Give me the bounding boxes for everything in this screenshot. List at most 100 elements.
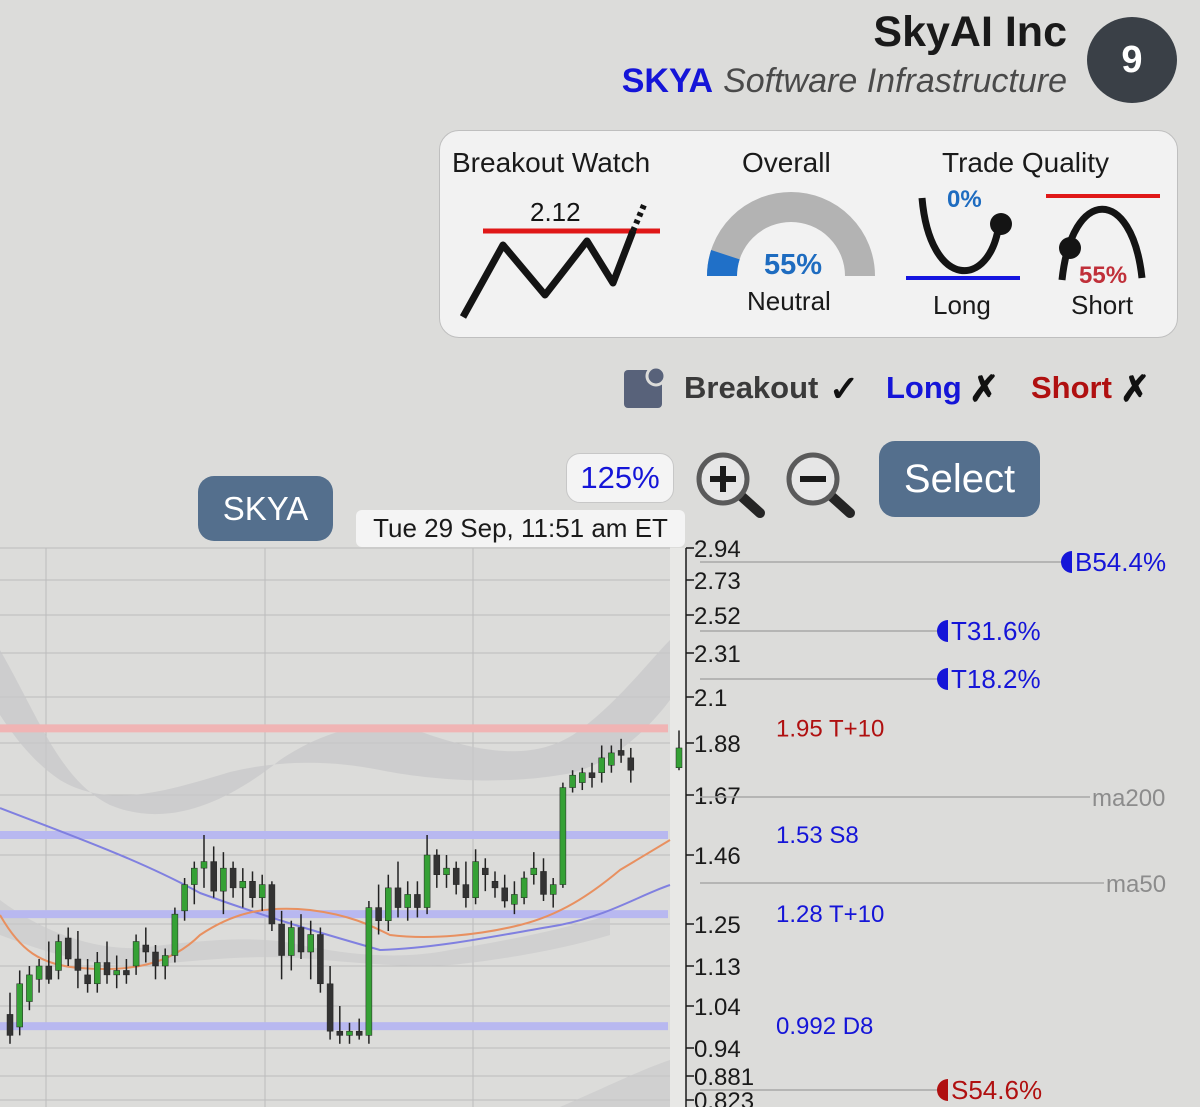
candle-body — [627, 757, 635, 771]
candle-body — [482, 867, 489, 875]
candle-body — [540, 871, 547, 895]
candle-body — [35, 965, 43, 980]
candle-body — [675, 747, 683, 769]
candle-body — [220, 867, 227, 892]
y-axis-tick-label: 0.94 — [694, 1036, 741, 1063]
candle-body — [326, 983, 334, 1032]
candle-body — [45, 965, 53, 980]
candle-body — [132, 941, 140, 967]
candle-body — [443, 867, 450, 875]
level-band — [0, 1022, 668, 1031]
level-label: 1.28 T+10 — [776, 901, 884, 928]
candle-body — [74, 958, 82, 971]
y-axis-tick-label: 1.25 — [694, 912, 741, 939]
candle-body — [530, 867, 538, 875]
candle-body — [94, 962, 101, 985]
y-axis-tick-label: 2.73 — [694, 568, 741, 595]
candle-body — [123, 970, 130, 976]
candle-body — [511, 894, 518, 905]
target-label: B54.4% — [1075, 547, 1166, 577]
candle-body — [569, 774, 576, 788]
candle-body — [16, 983, 23, 1028]
candle-body — [6, 1014, 14, 1036]
level-band — [0, 831, 668, 839]
candle-body — [161, 955, 169, 967]
candle-body — [588, 772, 596, 778]
candle-body — [317, 934, 324, 985]
target-marker — [937, 1079, 948, 1101]
candle-body — [171, 913, 179, 956]
y-axis-tick-label: 2.94 — [694, 536, 741, 563]
candle-body — [268, 884, 276, 925]
candle-body — [26, 974, 33, 1002]
candle-body — [423, 854, 431, 908]
y-axis-tick-label: 1.46 — [694, 843, 741, 870]
candle-body — [288, 927, 295, 956]
y-axis-tick-label: 2.31 — [694, 641, 741, 668]
ma-label: ma50 — [1106, 871, 1166, 898]
bottom-band — [560, 1060, 670, 1107]
candle-body — [433, 854, 441, 875]
level-label: 1.53 S8 — [776, 822, 859, 849]
candle-body — [278, 923, 285, 956]
y-axis-tick-label: 2.1 — [694, 685, 727, 712]
candle-body — [355, 1030, 363, 1036]
candle-body — [559, 787, 567, 885]
y-axis-tick-label: 1.13 — [694, 954, 741, 981]
candle-body — [501, 887, 508, 902]
price-chart[interactable]: 2.942.732.522.312.11.881.671.461.251.131… — [0, 0, 1200, 1107]
candle-body — [113, 970, 120, 976]
chart-timestamp: Tue 29 Sep, 11:51 am ET — [356, 510, 685, 547]
target-marker — [1061, 551, 1072, 573]
candle-body — [191, 867, 198, 885]
candle-body — [608, 752, 615, 766]
candle-body — [210, 861, 217, 892]
candle-body — [249, 881, 256, 898]
candle-body — [520, 877, 528, 898]
candle-body — [617, 750, 625, 756]
target-marker — [937, 668, 948, 690]
candle-body — [200, 861, 208, 869]
candle-body — [598, 757, 605, 773]
ma-label: ma200 — [1092, 785, 1165, 812]
right-gap — [670, 548, 686, 1107]
target-label: T18.2% — [951, 664, 1041, 694]
candle-body — [549, 884, 557, 895]
candle-body — [365, 907, 373, 1036]
candle-body — [181, 884, 188, 912]
candle-body — [579, 772, 586, 783]
candle-body — [103, 962, 111, 976]
target-label: T31.6% — [951, 616, 1041, 646]
target-marker — [937, 620, 948, 642]
y-axis-tick-label: 1.88 — [694, 731, 741, 758]
candle-body — [229, 867, 237, 889]
y-axis-tick-label: 0.823 — [694, 1088, 754, 1107]
level-band — [0, 724, 668, 733]
candle-body — [84, 974, 91, 985]
level-label: 0.992 D8 — [776, 1013, 873, 1040]
candle-body — [258, 884, 266, 898]
candle-body — [307, 934, 314, 953]
candle-body — [55, 941, 62, 971]
candle-body — [472, 861, 479, 898]
candle-body — [414, 894, 421, 908]
candle-body — [142, 944, 150, 953]
target-label: S54.6% — [951, 1075, 1042, 1105]
y-axis-tick-label: 1.04 — [694, 994, 741, 1021]
candle-body — [404, 894, 411, 908]
candle-body — [64, 937, 72, 960]
candle-body — [394, 887, 402, 908]
candle-body — [239, 881, 247, 889]
candle-body — [336, 1030, 344, 1036]
y-axis-tick-label: 0.881 — [694, 1064, 754, 1091]
candle-body — [385, 887, 392, 921]
candle-body — [462, 884, 470, 898]
candle-body — [152, 951, 159, 967]
level-label: 1.95 T+10 — [776, 715, 884, 742]
candle-body — [346, 1030, 353, 1036]
candle-body — [452, 867, 460, 885]
candle-body — [375, 907, 382, 921]
candle-body — [491, 881, 499, 889]
candle-body — [297, 927, 305, 953]
y-axis-tick-label: 2.52 — [694, 603, 741, 630]
